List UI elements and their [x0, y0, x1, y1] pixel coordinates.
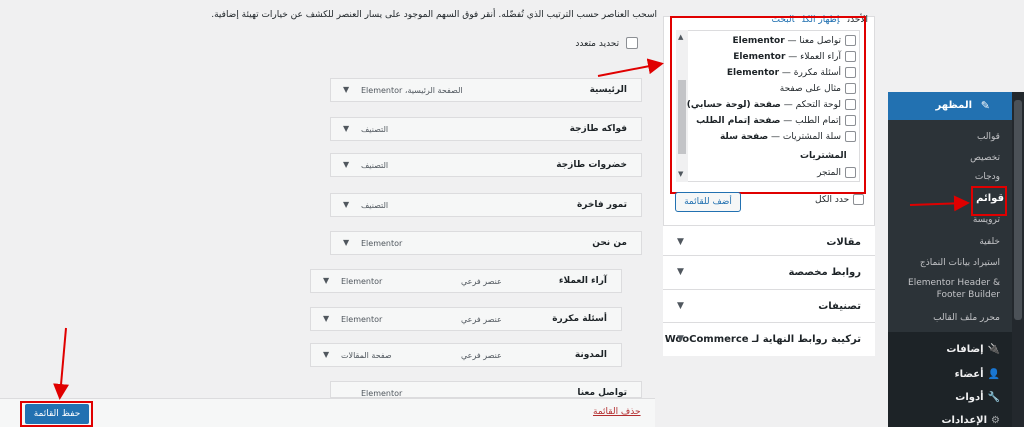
- sidebar-sub-menus[interactable]: قوائم: [894, 193, 1004, 205]
- sidebar-item-appearance[interactable]: المظهر ✎: [888, 92, 1012, 120]
- chevron-down-icon[interactable]: ▼: [677, 334, 684, 344]
- expand-arrow-icon[interactable]: ▼: [323, 276, 329, 285]
- expand-arrow-icon[interactable]: ▼: [343, 200, 349, 209]
- section-title: مقالات: [826, 237, 861, 248]
- menu-item-subtag: عنصر فرعي: [461, 351, 502, 360]
- bulk-select-checkbox[interactable]: [626, 37, 638, 49]
- expand-arrow-icon[interactable]: ▼: [343, 85, 349, 94]
- chevron-down-icon[interactable]: ▼: [677, 267, 684, 277]
- menu-item-title: الرئيسية: [589, 85, 627, 95]
- plugin-icon: 🔌: [987, 344, 1000, 355]
- section-categories[interactable]: تصنيفات ▼: [663, 289, 875, 323]
- section-title: تصنيفات: [818, 301, 861, 312]
- sidebar-sub-header[interactable]: ترويسة: [890, 214, 1000, 226]
- menu-item-type: Elementor: [341, 315, 383, 324]
- sidebar-sub-widgets[interactable]: ودجات: [890, 171, 1000, 183]
- menu-item[interactable]: الرئيسية الصفحة الرئيسية، Elementor ▼: [330, 78, 642, 102]
- section-posts[interactable]: مقالات ▼: [663, 225, 875, 259]
- section-woocommerce-endpoints[interactable]: تركيبة روابط النهاية لـ WooCommerce ▼: [663, 322, 875, 356]
- chevron-down-icon[interactable]: ▼: [677, 301, 684, 311]
- sidebar-sub-ehf-builder[interactable]: Elementor Header & Footer Builder: [890, 277, 1000, 301]
- bulk-select-label: تحديد متعدد: [575, 38, 620, 49]
- menu-item[interactable]: تواصل معنا Elementor: [330, 381, 642, 398]
- select-all[interactable]: حدد الكل: [815, 194, 865, 205]
- menu-item-title: من نحن: [592, 238, 627, 248]
- menu-item[interactable]: أسئلة مكررة عنصر فرعي Elementor ▼: [310, 307, 622, 331]
- add-to-menu-button[interactable]: أضف للقائمة: [675, 192, 741, 212]
- sidebar-item-settings[interactable]: الإعدادات ⚙: [890, 415, 1001, 426]
- menu-item-type: Elementor: [361, 239, 403, 248]
- menu-item-title: فواكه طازجة: [569, 124, 627, 134]
- menu-item[interactable]: خضروات طازجة التصنيف ▼: [330, 153, 642, 177]
- menu-item-type: صفحة المقالات: [341, 351, 392, 360]
- menu-item-title: تواصل معنا: [577, 388, 627, 398]
- instructions-text: اسحب العناصر حسب الترتيب الذي تُفضّله. أ…: [211, 10, 657, 20]
- expand-arrow-icon[interactable]: ▼: [343, 160, 349, 169]
- sidebar-sub-customize[interactable]: تخصيص: [890, 152, 1000, 164]
- sidebar-sub-import-demo[interactable]: استيراد بيانات النماذج: [890, 257, 1000, 269]
- menu-item-title: تمور فاخرة: [576, 200, 627, 210]
- menu-item-title: المدونة: [574, 350, 607, 360]
- wrench-icon: 🔧: [987, 392, 1000, 403]
- sidebar-sub-background[interactable]: خلفية: [890, 236, 1000, 248]
- select-all-checkbox[interactable]: [853, 194, 865, 205]
- menu-item[interactable]: من نحن Elementor ▼: [330, 231, 642, 255]
- expand-arrow-icon[interactable]: ▼: [323, 350, 329, 359]
- menu-item-subtag: عنصر فرعي: [461, 277, 502, 286]
- expand-arrow-icon[interactable]: ▼: [343, 238, 349, 247]
- menu-item-type: Elementor: [341, 277, 383, 286]
- menu-item-type: التصنيف: [361, 201, 389, 210]
- sidebar-sub-theme-editor[interactable]: محرر ملف القالب: [890, 312, 1000, 324]
- menu-item[interactable]: فواكه طازجة التصنيف ▼: [330, 117, 642, 141]
- menu-item-title: أسئلة مكررة: [552, 314, 607, 324]
- user-icon: 👤: [987, 369, 1000, 380]
- section-title: روابط مخصصة: [788, 267, 861, 278]
- sidebar-item-users[interactable]: أعضاء 👤: [890, 369, 1000, 380]
- menu-footer: [0, 398, 655, 427]
- menu-item-type: Elementor: [361, 389, 403, 398]
- sidebar-item-tools[interactable]: أدوات 🔧: [890, 392, 1000, 403]
- menu-item[interactable]: آراء العملاء عنصر فرعي Elementor ▼: [310, 269, 622, 293]
- bulk-select[interactable]: تحديد متعدد: [563, 37, 638, 53]
- sidebar-item-plugins[interactable]: إضافات 🔌: [890, 344, 1000, 355]
- highlight-save-outline: [20, 401, 93, 427]
- menu-item-subtag: عنصر فرعي: [461, 315, 502, 324]
- paintbrush-icon: ✎: [980, 99, 990, 112]
- menu-item[interactable]: تمور فاخرة التصنيف ▼: [330, 193, 642, 217]
- section-custom-links[interactable]: روابط مخصصة ▼: [663, 255, 875, 289]
- sidebar-scroll-thumb[interactable]: [1014, 100, 1022, 320]
- menu-item[interactable]: المدونة عنصر فرعي صفحة المقالات ▼: [310, 343, 622, 367]
- chevron-down-icon[interactable]: ▼: [677, 237, 684, 247]
- highlight-list-outline: [670, 16, 866, 194]
- menu-item-type: التصنيف: [361, 161, 389, 170]
- expand-arrow-icon[interactable]: ▼: [323, 314, 329, 323]
- menu-item-title: آراء العملاء: [558, 276, 607, 286]
- arrow-to-save: [53, 327, 70, 400]
- sidebar-item-label: المظهر: [935, 100, 972, 111]
- menu-item-type: التصنيف: [361, 125, 389, 134]
- menu-item-type: الصفحة الرئيسية، Elementor: [361, 86, 463, 95]
- delete-menu-link[interactable]: حذف القائمة: [593, 407, 641, 417]
- sidebar-sub-themes[interactable]: قوالب: [890, 131, 1000, 143]
- expand-arrow-icon[interactable]: ▼: [343, 124, 349, 133]
- menu-item-title: خضروات طازجة: [556, 160, 627, 170]
- arrow-to-list: [597, 58, 664, 77]
- settings-icon: ⚙: [991, 415, 1000, 426]
- section-title: تركيبة روابط النهاية لـ WooCommerce: [664, 334, 861, 345]
